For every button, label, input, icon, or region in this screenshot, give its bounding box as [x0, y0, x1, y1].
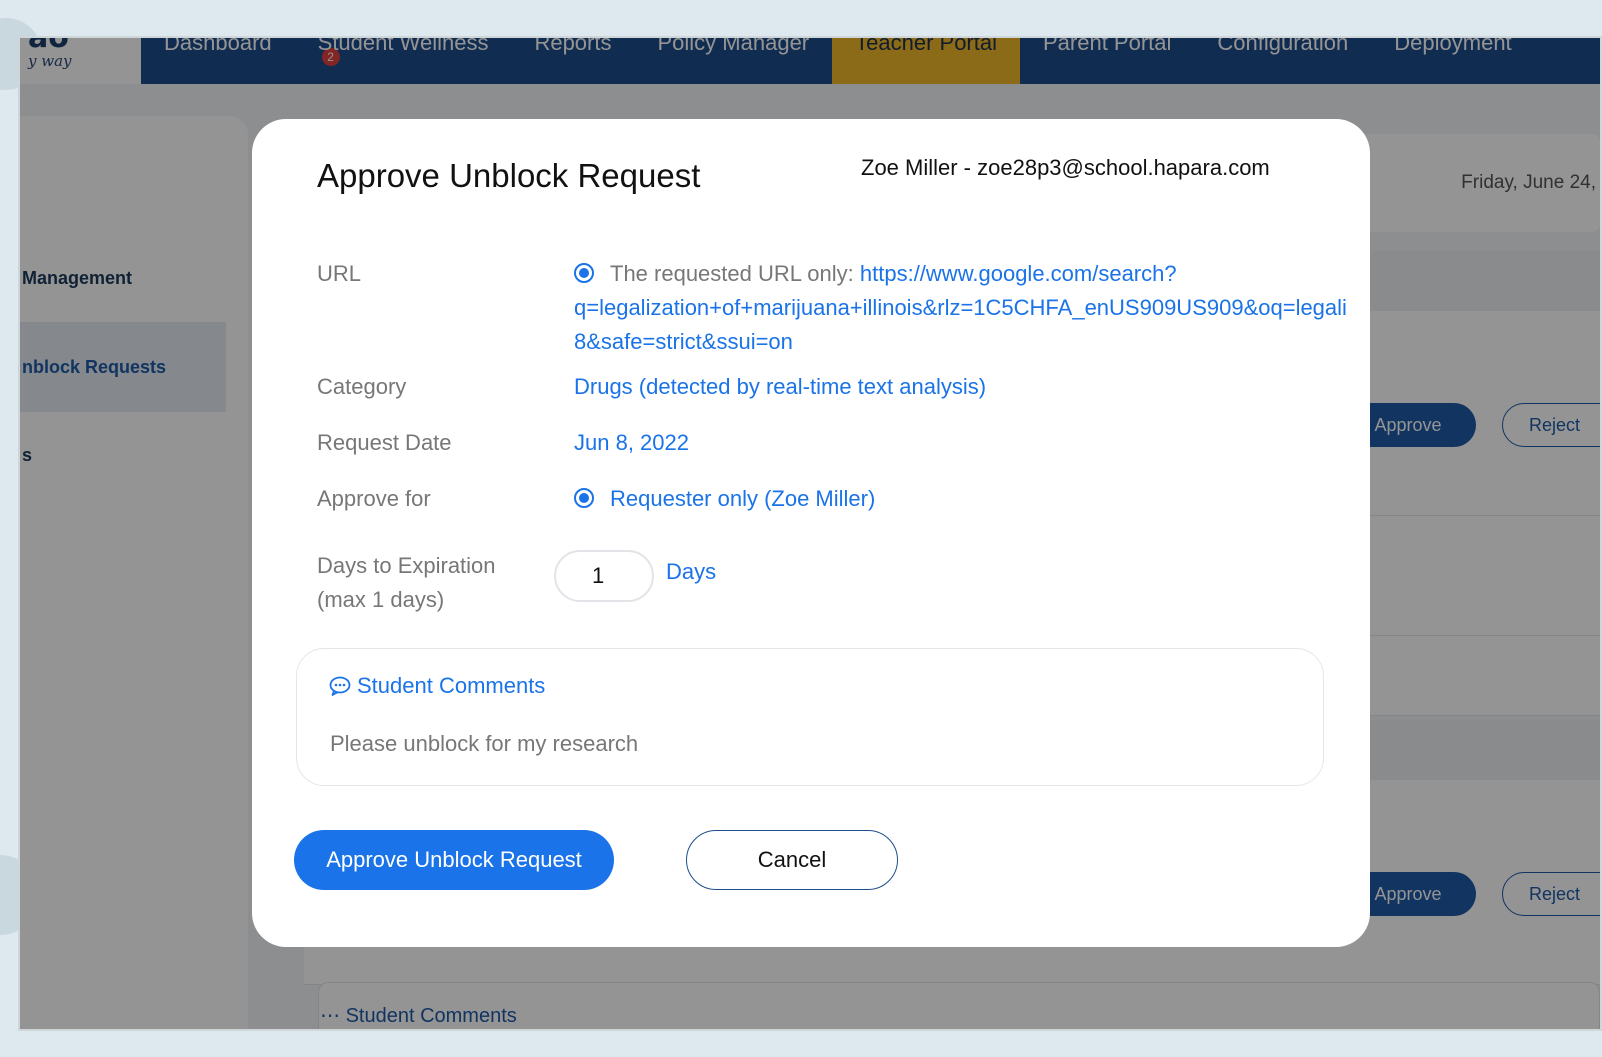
- url-label: URL: [317, 261, 362, 286]
- approve-for-value: Requester only (Zoe Miller): [610, 486, 876, 511]
- app-window: ao y way Dashboard Student Wellness 2 Rep…: [18, 36, 1602, 1031]
- url-link[interactable]: https://www.google.com/search?: [860, 261, 1177, 286]
- url-link-line3[interactable]: 8&safe=strict&ssui=on: [574, 325, 1370, 359]
- student-comments-header: Student Comments: [329, 673, 545, 699]
- approve-for-option: Requester only (Zoe Miller): [574, 482, 875, 516]
- cancel-button[interactable]: Cancel: [686, 830, 898, 890]
- expiration-label: Days to Expiration (max 1 days): [317, 553, 496, 612]
- category-value: Drugs (detected by real-time text analys…: [574, 374, 987, 399]
- student-comment-text: Please unblock for my research: [330, 731, 639, 756]
- category-label: Category: [317, 374, 407, 399]
- request-date-label: Request Date: [317, 430, 452, 455]
- chat-bubble-icon: [329, 676, 351, 696]
- approve-unblock-dialog: Approve Unblock Request Zoe Miller - zoe…: [252, 119, 1370, 947]
- dialog-title: Approve Unblock Request: [317, 157, 701, 194]
- student-comments-title: Student Comments: [357, 673, 546, 698]
- url-radio[interactable]: [574, 263, 594, 283]
- approve-for-label: Approve for: [317, 486, 431, 511]
- student-comments-card: Student Comments Please unblock for my r…: [296, 648, 1324, 786]
- days-to-expiration-input[interactable]: [554, 550, 654, 602]
- url-option: The requested URL only: https://www.goog…: [574, 257, 1370, 359]
- days-unit-label: Days: [666, 559, 717, 584]
- approve-unblock-request-button[interactable]: Approve Unblock Request: [294, 830, 614, 890]
- request-date-value: Jun 8, 2022: [574, 430, 689, 455]
- requester-info: Zoe Miller - zoe28p3@school.hapara.com: [861, 155, 1270, 180]
- url-prefix: The requested URL only:: [610, 261, 854, 286]
- url-link-line2[interactable]: q=legalization+of+marijuana+illinois&rlz…: [574, 291, 1370, 325]
- app-background: ao y way Dashboard Student Wellness 2 Rep…: [20, 38, 1600, 1029]
- approve-for-radio[interactable]: [574, 488, 594, 508]
